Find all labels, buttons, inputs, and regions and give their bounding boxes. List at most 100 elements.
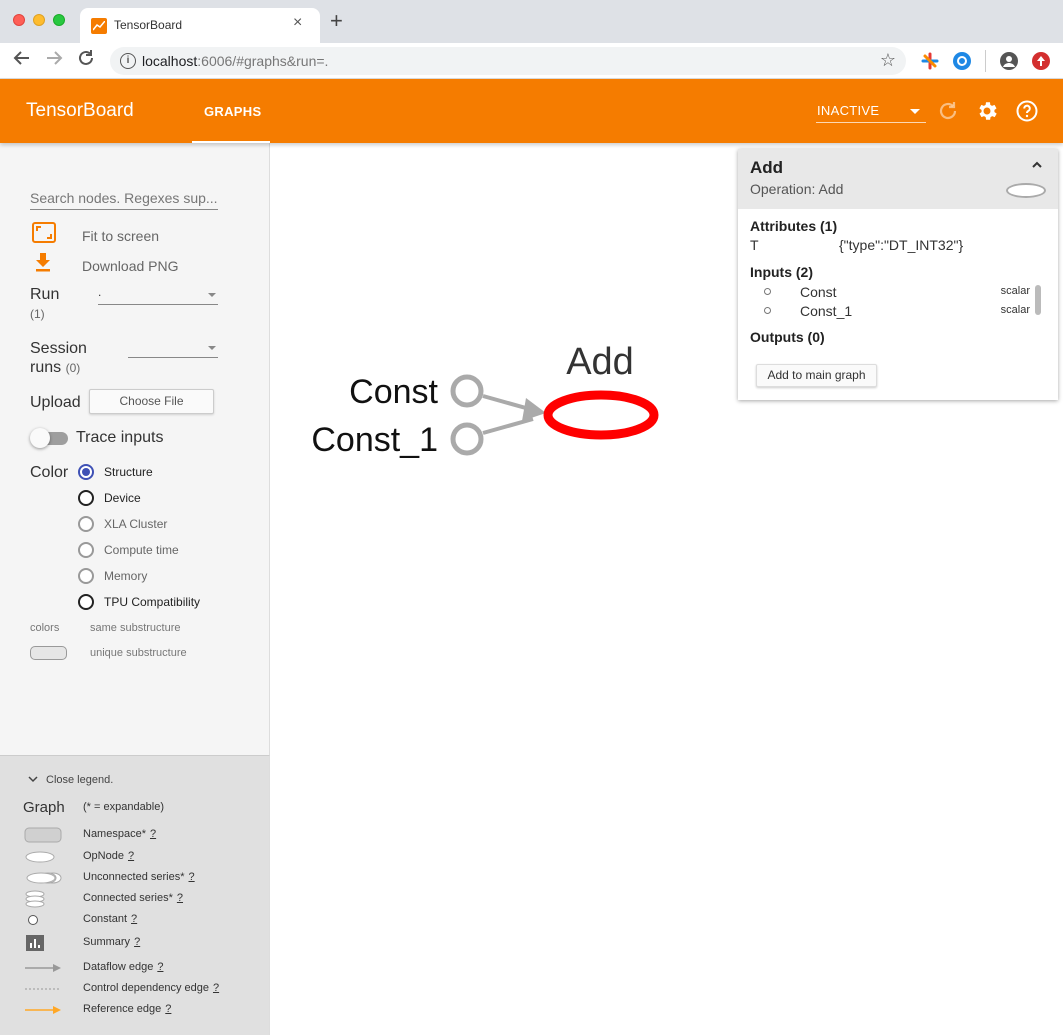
radio-label: Compute time	[104, 543, 179, 557]
help-link[interactable]: ?	[177, 892, 183, 904]
tab-graphs[interactable]: GRAPHS	[192, 79, 270, 143]
info-icon[interactable]: i	[120, 53, 136, 69]
toggle-knob	[30, 428, 50, 448]
input-type: scalar	[1000, 285, 1030, 297]
help-link[interactable]: ?	[128, 850, 134, 862]
inactive-plugins-select[interactable]: INACTIVE	[816, 101, 926, 123]
close-legend-button[interactable]: Close legend.	[28, 774, 113, 786]
help-link[interactable]: ?	[150, 828, 156, 840]
tab-close-icon[interactable]: ×	[293, 14, 302, 32]
input-name: Const_1	[800, 303, 853, 319]
help-icon[interactable]	[1015, 99, 1039, 123]
settings-gear-icon[interactable]	[975, 99, 999, 123]
profile-avatar-icon[interactable]	[1000, 52, 1018, 70]
fit-to-screen-button[interactable]: Fit to screen	[30, 222, 230, 248]
help-link[interactable]: ?	[131, 913, 137, 925]
legend-connected-series: Connected series*?	[23, 890, 263, 908]
attributes-header: Attributes (1)	[750, 218, 838, 234]
legend-namespace: Namespace*?	[23, 826, 263, 844]
help-link[interactable]: ?	[165, 1003, 171, 1015]
fit-screen-icon	[32, 222, 58, 246]
trace-inputs-toggle[interactable]	[30, 428, 68, 448]
browser-tabstrip: TensorBoard × +	[0, 0, 1063, 43]
input-row[interactable]: Const scalar	[764, 284, 1030, 302]
help-link[interactable]: ?	[134, 936, 140, 948]
color-radio-xla-cluster[interactable]: XLA Cluster	[78, 515, 278, 535]
legend-graph-title: Graph	[23, 799, 65, 816]
color-radio-memory[interactable]: Memory	[78, 567, 278, 587]
input-type: scalar	[1000, 304, 1030, 316]
inputs-scrollbar[interactable]	[1035, 285, 1041, 315]
help-link[interactable]: ?	[213, 982, 219, 994]
download-icon	[32, 252, 58, 276]
bookmark-star-icon[interactable]: ☆	[880, 50, 896, 71]
browser-toolbar: i localhost:6006/#graphs&run=. ☆	[0, 43, 1063, 79]
attribute-key: T	[750, 237, 759, 253]
url-text: localhost:6006/#graphs&run=.	[142, 53, 329, 69]
new-tab-button[interactable]: +	[330, 10, 343, 32]
chevron-down-icon	[208, 293, 216, 297]
address-bar[interactable]: i localhost:6006/#graphs&run=. ☆	[110, 47, 906, 75]
toolbar-divider	[985, 50, 986, 72]
color-radio-tpu-compatibility[interactable]: TPU Compatibility	[78, 593, 278, 613]
color-radio-device[interactable]: Device	[78, 489, 278, 509]
reload-icon	[79, 50, 93, 65]
active-tab-indicator	[192, 141, 270, 143]
reload-data-icon[interactable]	[936, 99, 960, 123]
color-radio-structure[interactable]: Structure	[78, 463, 278, 483]
collapse-chevron-icon[interactable]	[1030, 158, 1044, 172]
add-node-selected	[543, 390, 659, 440]
color-radio-compute-time[interactable]: Compute time	[78, 541, 278, 561]
zoom-window-button[interactable]	[53, 14, 65, 26]
legend-summary: Summary?	[23, 934, 263, 952]
input-node-icon	[764, 307, 771, 314]
back-button[interactable]	[10, 49, 34, 73]
radio-label: Structure	[104, 465, 153, 479]
tab-title: TensorBoard	[114, 18, 183, 32]
session-runs-label: runs (0)	[30, 359, 81, 376]
radio-circle	[78, 490, 94, 506]
input-name: Const	[800, 284, 837, 300]
card-subtitle: Operation: Add	[750, 181, 844, 197]
radio-circle	[78, 594, 94, 610]
radio-circle	[78, 568, 94, 584]
legend-opnode: OpNode?	[23, 848, 263, 866]
app-header: TensorBoard GRAPHS INACTIVE	[0, 79, 1063, 143]
browser-tab[interactable]: TensorBoard ×	[80, 8, 320, 43]
input-node-icon	[764, 288, 771, 295]
tensorboard-favicon-icon	[91, 18, 107, 34]
search-nodes-input[interactable]: Search nodes. Regexes sup...	[30, 190, 218, 210]
control-dependency-edge-icon	[23, 980, 67, 998]
minimize-window-button[interactable]	[33, 14, 45, 26]
help-link[interactable]: ?	[189, 871, 195, 883]
app-title: TensorBoard	[26, 100, 134, 121]
inputs-header: Inputs (2)	[750, 264, 813, 280]
radio-circle	[78, 464, 94, 480]
run-select[interactable]: .	[98, 285, 218, 305]
help-link[interactable]: ?	[157, 961, 163, 973]
radio-label: TPU Compatibility	[104, 595, 201, 609]
graph-controls-sidebar: Search nodes. Regexes sup... Fit to scre…	[0, 143, 270, 755]
graph-legend: Close legend. Graph (* = expandable) Nam…	[0, 755, 270, 1035]
edge-const-to-add	[482, 394, 546, 421]
node-info-card: Add Operation: Add Attributes (1) T {"ty…	[738, 149, 1058, 400]
same-substructure-label: same substructure	[90, 622, 181, 634]
legend-dataflow-edge: Dataflow edge?	[23, 959, 263, 977]
radio-label: Device	[104, 491, 141, 505]
inactive-select-label: INACTIVE	[817, 103, 880, 118]
extension-2-icon[interactable]	[953, 52, 971, 70]
reload-button[interactable]	[74, 49, 98, 73]
close-window-button[interactable]	[13, 14, 25, 26]
download-png-button[interactable]: Download PNG	[30, 252, 230, 278]
edge-const1-to-add	[482, 417, 534, 435]
add-to-main-graph-button[interactable]: Add to main graph	[756, 364, 877, 387]
connected-series-icon	[23, 890, 67, 908]
forward-button[interactable]	[42, 49, 66, 73]
choose-file-button[interactable]: Choose File	[89, 389, 214, 414]
input-row[interactable]: Const_1 scalar	[764, 303, 1030, 321]
extension-icon[interactable]	[921, 52, 939, 70]
trace-inputs-label: Trace inputs	[76, 429, 164, 446]
extension-3-icon[interactable]	[1032, 52, 1050, 70]
session-runs-select[interactable]	[128, 340, 218, 358]
const-node-icon	[450, 374, 484, 408]
